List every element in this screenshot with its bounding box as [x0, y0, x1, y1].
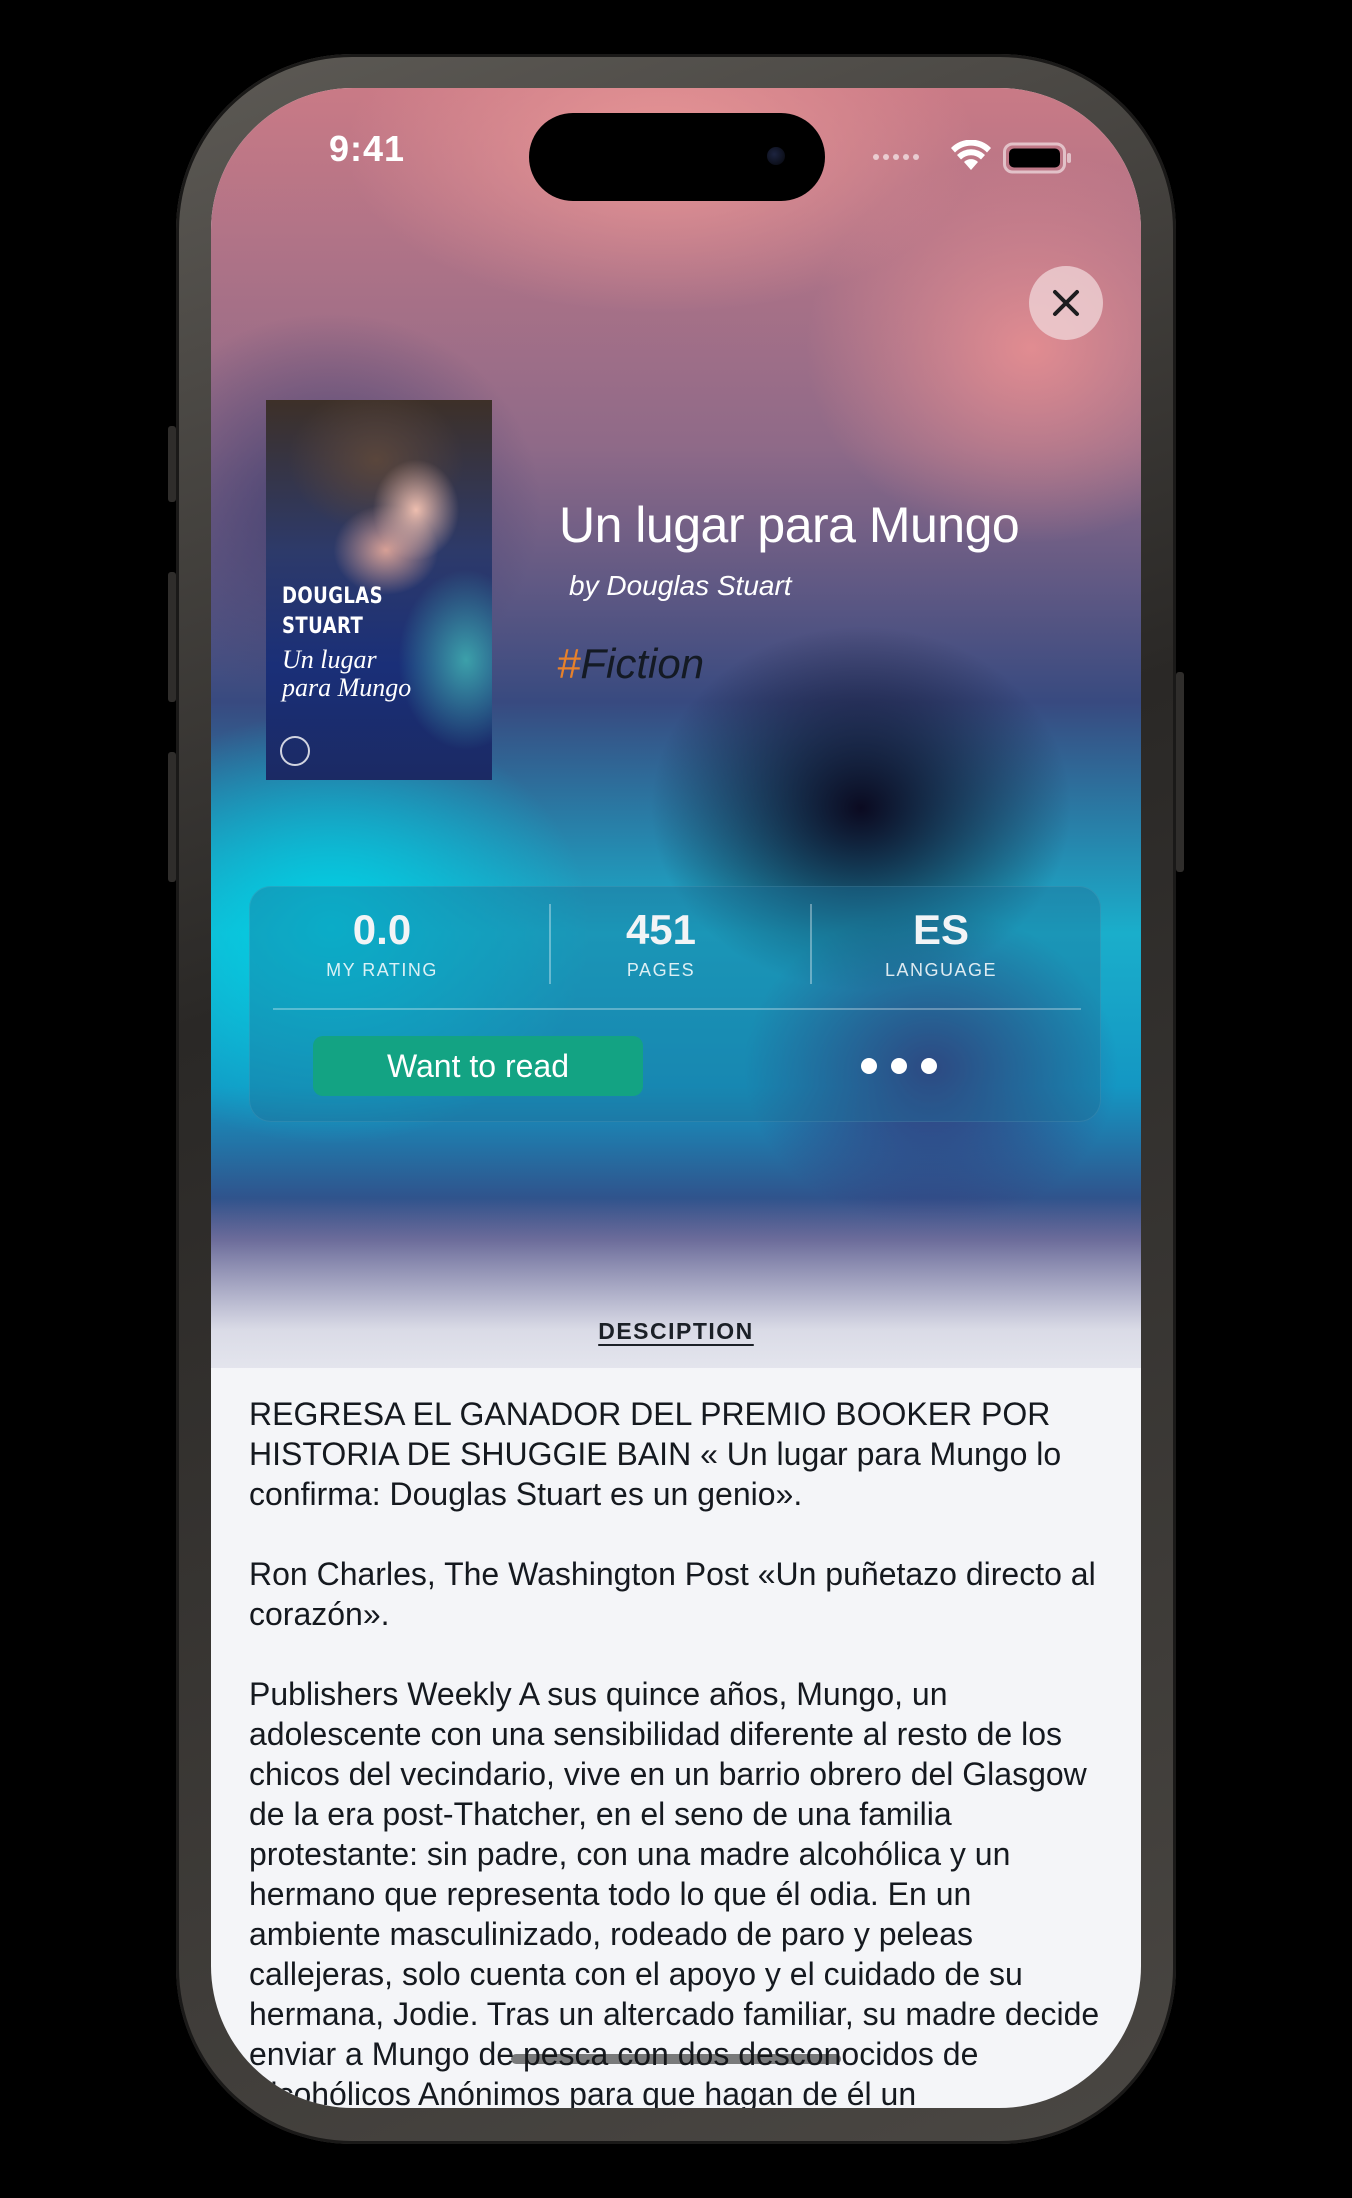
status-icons [873, 140, 1083, 174]
cellular-signal-icon [873, 154, 919, 160]
close-button[interactable] [1029, 266, 1103, 340]
ellipsis-icon [891, 1058, 907, 1074]
pages-label: PAGES [626, 960, 696, 980]
publisher-logo [280, 736, 310, 766]
description-heading: DESCIPTION [598, 1318, 754, 1344]
genre-hash-symbol: # [557, 640, 581, 687]
wifi-icon [951, 140, 991, 170]
pages-stat: 451 PAGES [531, 906, 791, 981]
genre-tag[interactable]: #Fiction [557, 640, 704, 688]
action-button [168, 426, 176, 502]
stats-card: 0.0 MY RATING 451 PAGES ES LANGUAGE Want… [249, 886, 1101, 1122]
power-button [1176, 672, 1184, 872]
stats-separator [273, 1008, 1081, 1010]
language-stat: ES LANGUAGE [811, 906, 1071, 981]
rating-value: 0.0 [352, 906, 412, 953]
language-value: ES [912, 906, 970, 953]
description-text: REGRESA EL GANADOR DEL PREMIO BOOKER POR… [249, 1396, 1100, 2108]
close-icon [1053, 290, 1079, 316]
ellipsis-icon [861, 1058, 877, 1074]
volume-up-button [168, 572, 176, 702]
dynamic-island [529, 113, 825, 201]
want-to-read-button[interactable]: Want to read [313, 1036, 643, 1096]
language-label: LANGUAGE [884, 960, 998, 980]
status-time: 9:41 [329, 128, 406, 169]
book-cover-image: DOUGLAS STUART Un lugar para Mungo [266, 400, 492, 780]
ellipsis-icon [921, 1058, 937, 1074]
cover-author-text: DOUGLAS STUART [282, 584, 384, 639]
more-options-button[interactable] [819, 1036, 979, 1096]
home-indicator[interactable] [511, 2054, 841, 2064]
book-title: Un lugar para Mungo [559, 497, 1020, 553]
pages-value: 451 [625, 906, 697, 953]
front-camera [767, 147, 785, 165]
battery-icon [1003, 142, 1071, 174]
genre-label: Fiction [580, 640, 705, 687]
rating-stat[interactable]: 0.0 MY RATING [252, 906, 512, 981]
app-screen: 9:41 DOUGLAS STUART Un lugar para Mungo … [211, 88, 1141, 2108]
book-author: by Douglas Stuart [569, 570, 792, 601]
cover-title-text: Un lugar para Mungo [282, 645, 412, 702]
rating-label: MY RATING [326, 960, 438, 980]
volume-down-button [168, 752, 176, 882]
